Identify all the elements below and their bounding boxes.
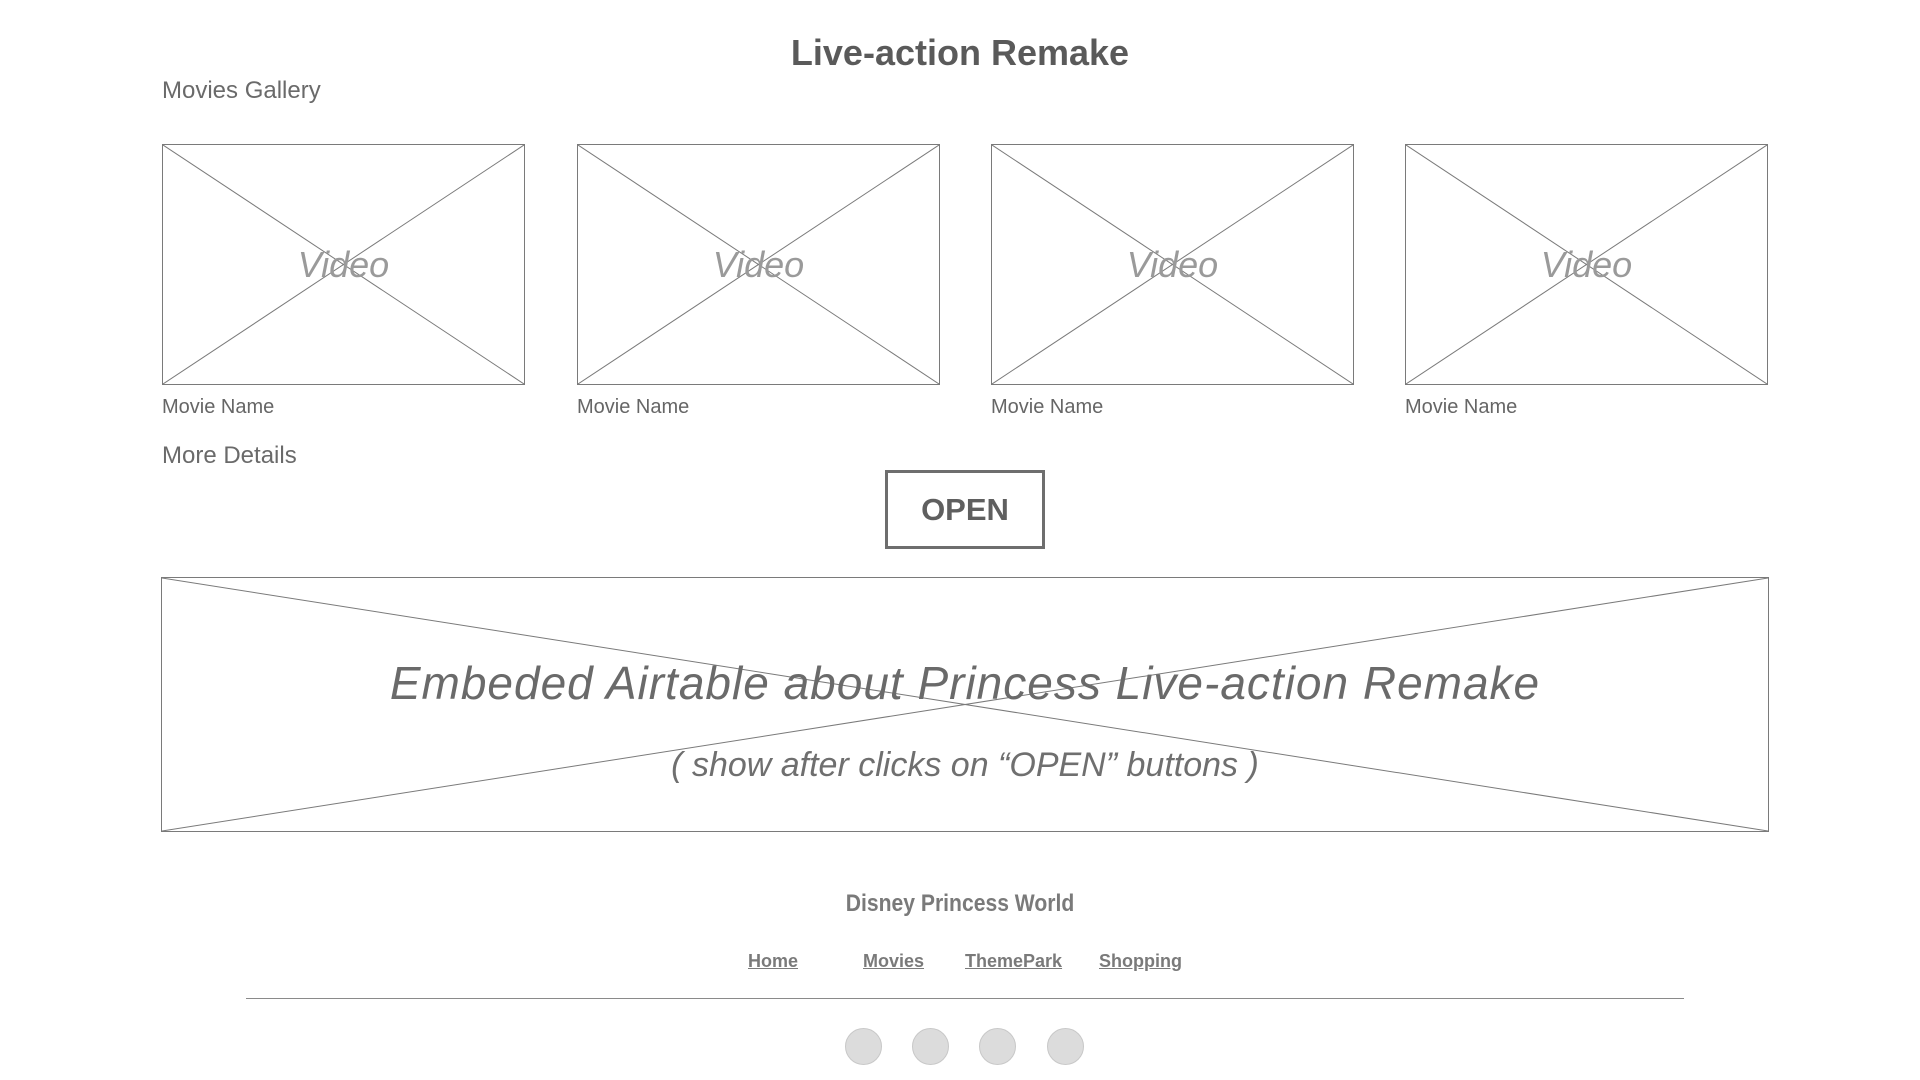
footer-nav-home[interactable]: Home [748, 951, 798, 972]
social-circle-icon[interactable] [1047, 1028, 1084, 1065]
footer-nav-movies[interactable]: Movies [863, 951, 924, 972]
video-placeholder-4[interactable]: Video [1405, 144, 1768, 385]
video-placeholder-label: Video [1540, 243, 1633, 285]
movies-gallery-label: Movies Gallery [162, 77, 321, 104]
video-placeholder-label: Video [297, 243, 390, 285]
airtable-subline: ( show after clicks on “OPEN” buttons ) [671, 746, 1259, 784]
movie-name-2[interactable]: Movie Name [577, 396, 689, 419]
video-placeholder-2[interactable]: Video [577, 144, 940, 385]
footer-nav-shopping[interactable]: Shopping [1099, 951, 1182, 972]
video-placeholder-1[interactable]: Video [162, 144, 525, 385]
footer-brand: Disney Princess World [845, 890, 1075, 917]
movie-name-1[interactable]: Movie Name [162, 396, 274, 419]
video-placeholder-label: Video [1126, 243, 1219, 285]
airtable-headline: Embeded Airtable about Princess Live-act… [389, 657, 1541, 709]
footer-divider [246, 998, 1684, 999]
airtable-embed-placeholder: Embeded Airtable about Princess Live-act… [161, 577, 1769, 832]
social-circle-icon[interactable] [979, 1028, 1016, 1065]
social-circle-icon[interactable] [912, 1028, 949, 1065]
video-placeholder-label: Video [712, 243, 805, 285]
movie-name-3[interactable]: Movie Name [991, 396, 1103, 419]
page-title: Live-action Remake [790, 32, 1130, 73]
footer-nav-themepark[interactable]: ThemePark [965, 951, 1062, 972]
movie-name-4[interactable]: Movie Name [1405, 396, 1517, 419]
open-button[interactable]: OPEN [885, 470, 1045, 549]
social-circle-icon[interactable] [845, 1028, 882, 1065]
more-details-label: More Details [162, 442, 297, 469]
video-placeholder-3[interactable]: Video [991, 144, 1354, 385]
